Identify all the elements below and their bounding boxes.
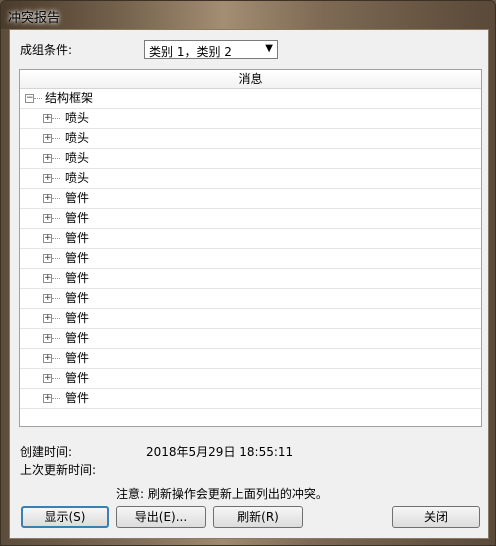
tree-child-label: 管件 xyxy=(65,231,90,245)
expand-icon[interactable]: + xyxy=(43,154,52,163)
tree-child-label: 喷头 xyxy=(65,171,90,185)
tree-children: + 喷头 + 喷头 + 喷头 + 喷头 + 管件 + 管件 + 管件 + 管件 + 管件 + 管件 + 管件 + 管件 + 管件 +… xyxy=(20,109,481,409)
refresh-note: 注意: 刷新操作会更新上面列出的冲突。 xyxy=(116,487,328,501)
expand-icon[interactable]: + xyxy=(43,174,52,183)
tree-row-child[interactable]: + 喷头 xyxy=(20,109,481,129)
tree-child-label: 管件 xyxy=(65,391,90,405)
tree-row-child[interactable]: + 喷头 xyxy=(20,149,481,169)
tree-child-label: 管件 xyxy=(65,311,90,325)
clash-report-window: 冲突报告 成组条件: 类别 1，类别 2 ▼ 消息 − 结构框架 + 喷头 + 喷头 +… xyxy=(0,0,496,546)
tree-connector xyxy=(52,238,60,239)
expand-icon[interactable]: + xyxy=(43,234,52,243)
tree-row-child[interactable]: + 管件 xyxy=(20,229,481,249)
tree-connector xyxy=(52,218,60,219)
tree-row-child[interactable]: + 管件 xyxy=(20,269,481,289)
expand-icon[interactable]: + xyxy=(43,194,52,203)
group-by-label: 成组条件: xyxy=(20,43,73,57)
tree-connector xyxy=(52,318,60,319)
tree-connector xyxy=(52,338,60,339)
tree-child-label: 喷头 xyxy=(65,111,90,125)
expand-icon[interactable]: + xyxy=(43,114,52,123)
expand-icon[interactable]: + xyxy=(43,274,52,283)
show-button[interactable]: 显示(S) xyxy=(21,506,109,528)
group-by-value: 类别 1，类别 2 xyxy=(149,45,232,59)
tree-child-label: 管件 xyxy=(65,251,90,265)
tree-row-child[interactable]: + 喷头 xyxy=(20,169,481,189)
tree-child-label: 管件 xyxy=(65,291,90,305)
tree-child-label: 管件 xyxy=(65,331,90,345)
refresh-button[interactable]: 刷新(R) xyxy=(213,506,303,528)
expand-icon[interactable]: + xyxy=(43,254,52,263)
export-button[interactable]: 导出(E)... xyxy=(116,506,206,528)
created-time-value: 2018年5月29日 18:55:11 xyxy=(146,445,294,459)
tree-child-label: 管件 xyxy=(65,351,90,365)
tree-connector xyxy=(52,358,60,359)
tree-row-root[interactable]: − 结构框架 xyxy=(20,89,481,109)
tree-connector xyxy=(34,98,42,99)
last-updated-label: 上次更新时间: xyxy=(20,463,97,477)
tree-connector xyxy=(52,138,60,139)
tree-row-child[interactable]: + 管件 xyxy=(20,189,481,209)
expand-icon[interactable]: + xyxy=(43,394,52,403)
tree-connector xyxy=(52,178,60,179)
expand-icon[interactable]: + xyxy=(43,314,52,323)
dialog-body: 成组条件: 类别 1，类别 2 ▼ 消息 − 结构框架 + 喷头 + 喷头 + 喷头 + 喷头… xyxy=(9,29,489,539)
tree-connector xyxy=(52,298,60,299)
tree-connector xyxy=(52,258,60,259)
created-time-label: 创建时间: xyxy=(20,445,73,459)
tree-row-child[interactable]: + 管件 xyxy=(20,369,481,389)
tree-child-label: 管件 xyxy=(65,211,90,225)
tree-row-child[interactable]: + 管件 xyxy=(20,349,481,369)
tree-connector xyxy=(52,198,60,199)
tree-row-child[interactable]: + 管件 xyxy=(20,249,481,269)
tree-row-child[interactable]: + 喷头 xyxy=(20,129,481,149)
clash-tree-list[interactable]: 消息 − 结构框架 + 喷头 + 喷头 + 喷头 + 喷头 + 管件 + 管件 + 管件 + 管件 + 管件 + 管件… xyxy=(19,69,482,427)
tree-child-label: 喷头 xyxy=(65,131,90,145)
expand-icon[interactable]: + xyxy=(43,334,52,343)
tree-connector xyxy=(52,118,60,119)
title-bar[interactable]: 冲突报告 xyxy=(1,1,495,29)
tree-child-label: 管件 xyxy=(65,371,90,385)
tree-connector xyxy=(52,398,60,399)
tree-row-child[interactable]: + 管件 xyxy=(20,389,481,409)
tree-connector xyxy=(52,378,60,379)
tree-row-child[interactable]: + 管件 xyxy=(20,289,481,309)
expand-icon[interactable]: + xyxy=(43,214,52,223)
tree-connector xyxy=(52,158,60,159)
tree-connector xyxy=(52,278,60,279)
expand-icon[interactable]: + xyxy=(43,134,52,143)
tree-root-label: 结构框架 xyxy=(45,91,94,105)
expand-icon[interactable]: + xyxy=(43,354,52,363)
tree-row-child[interactable]: + 管件 xyxy=(20,209,481,229)
expand-icon[interactable]: + xyxy=(43,294,52,303)
tree-row-child[interactable]: + 管件 xyxy=(20,309,481,329)
window-title: 冲突报告 xyxy=(8,11,61,26)
collapse-icon[interactable]: − xyxy=(25,94,34,103)
group-by-dropdown[interactable]: 类别 1，类别 2 ▼ xyxy=(144,40,278,59)
chevron-down-icon: ▼ xyxy=(265,43,273,54)
column-header-message[interactable]: 消息 xyxy=(20,70,481,89)
tree-child-label: 管件 xyxy=(65,271,90,285)
expand-icon[interactable]: + xyxy=(43,374,52,383)
tree-child-label: 喷头 xyxy=(65,151,90,165)
tree-row-child[interactable]: + 管件 xyxy=(20,329,481,349)
close-button[interactable]: 关闭 xyxy=(392,506,480,528)
tree-child-label: 管件 xyxy=(65,191,90,205)
